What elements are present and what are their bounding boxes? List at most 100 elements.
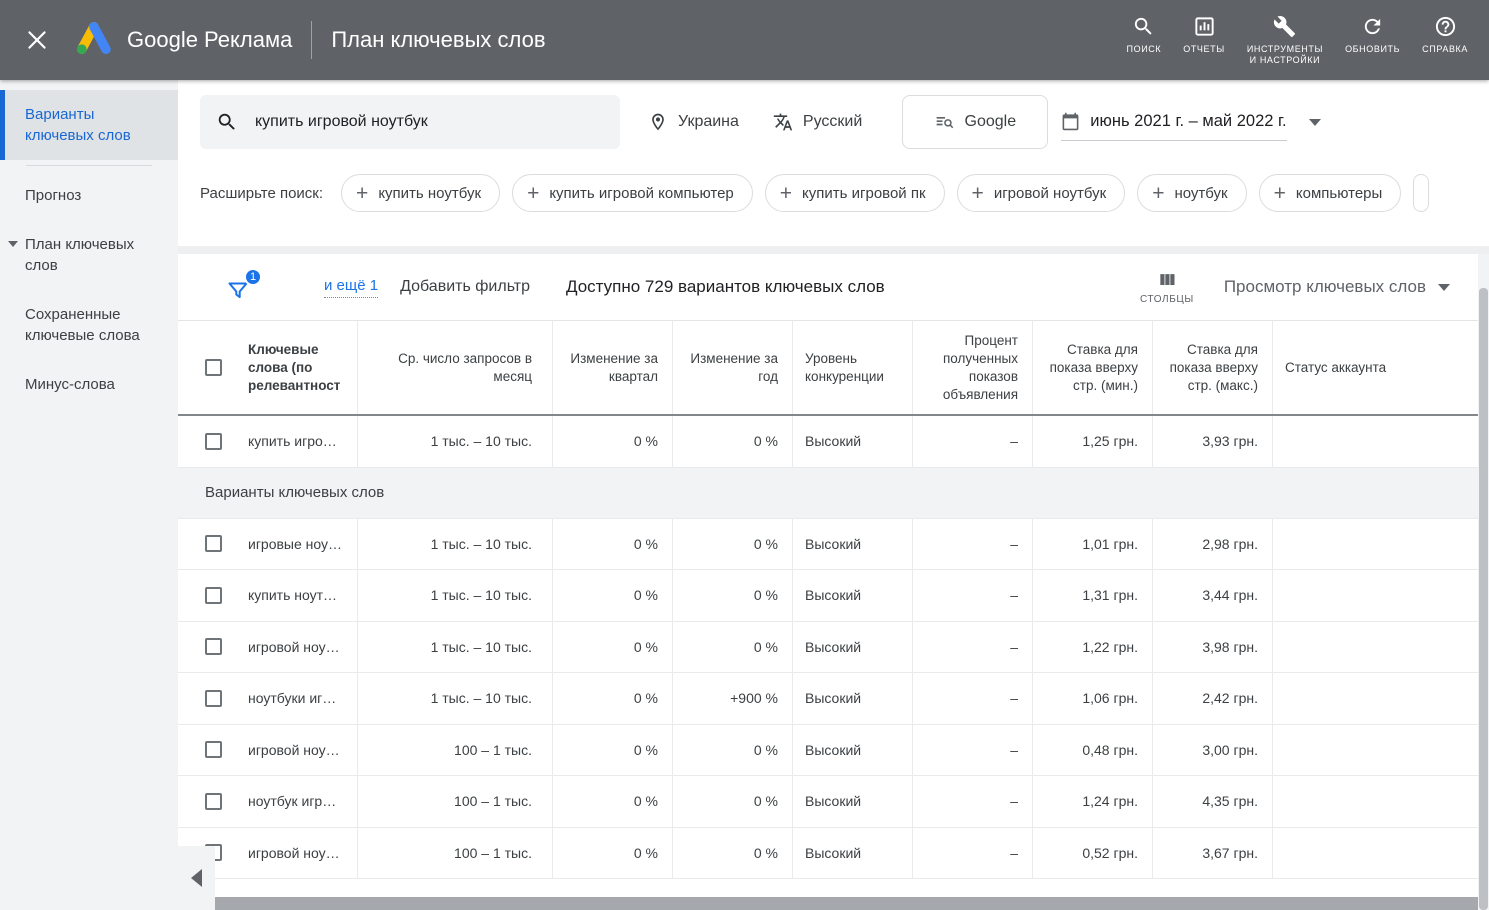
row-checkbox[interactable] [205, 690, 222, 707]
row-checkbox[interactable] [205, 638, 222, 655]
partial-chip[interactable] [1413, 174, 1429, 212]
vertical-scrollbar-thumb[interactable] [1479, 288, 1488, 910]
account-status-cell [1273, 673, 1478, 724]
sidebar: Варианты ключевых слов Прогноз План ключ… [0, 80, 178, 910]
select-all-checkbox[interactable] [205, 359, 222, 376]
suggestion-chip[interactable]: + игровой ноутбук [957, 174, 1126, 212]
keyword-ideas-section-label: Варианты ключевых слов [205, 484, 384, 501]
keyword-search-box[interactable] [200, 95, 620, 149]
filter-bar: 1 и ещё 1 Добавить фильтр Доступно 729 в… [178, 254, 1478, 320]
top-bid-max-cell: 3,00 грн. [1153, 725, 1273, 776]
keyword-search-input[interactable] [253, 112, 604, 132]
table-row[interactable]: игровые ноу… 1 тыс. – 10 тыс. 0 % 0 % Вы… [178, 519, 1478, 571]
suggestion-chip[interactable]: + купить игровой компьютер [512, 174, 753, 212]
header-quarter-change[interactable]: Изменение за квартал [553, 321, 673, 414]
sidebar-item-saved-keywords[interactable]: Сохраненные ключевые слова [0, 290, 178, 360]
filter-funnel-button[interactable]: 1 [226, 271, 254, 303]
header-year-change[interactable]: Изменение за год [673, 321, 793, 414]
plus-icon: + [1274, 183, 1286, 204]
sidebar-item-negative-keywords[interactable]: Минус-слова [0, 360, 178, 409]
reports-action-button[interactable]: ОТЧЕТЫ [1183, 15, 1225, 55]
brand-name: Google Реклама [127, 27, 292, 53]
avg-searches-cell: 1 тыс. – 10 тыс. [358, 519, 553, 570]
quarter-change-cell: 0 % [553, 828, 673, 879]
add-filter-button[interactable]: Добавить фильтр [400, 278, 530, 296]
header-keyword: Ключевые слова (по релевантност [178, 321, 358, 414]
search-action-button[interactable]: ПОИСК [1127, 15, 1162, 55]
table-row[interactable]: ноутбуки иг… 1 тыс. – 10 тыс. 0 % +900 %… [178, 673, 1478, 725]
sidebar-item-keyword-plan[interactable]: План ключевых слов [0, 220, 178, 290]
suggestion-chip-label: ноутбук [1174, 185, 1227, 202]
competition-cell: Высокий [793, 519, 913, 570]
topbar-divider [311, 21, 312, 59]
header-competition[interactable]: Уровень конкуренции [793, 321, 913, 414]
horizontal-scrollbar-thumb[interactable] [215, 897, 1489, 910]
quarter-change-cell: 0 % [553, 673, 673, 724]
keyword-ideas-section-row: Варианты ключевых слов [178, 468, 1478, 519]
suggestion-chip-label: купить игровой компьютер [549, 185, 733, 202]
suggestion-chip[interactable]: + компьютеры [1259, 174, 1402, 212]
more-filters-link[interactable]: и ещё 1 [324, 277, 378, 298]
keyword-text: игровой ноу… [248, 742, 340, 758]
table-row[interactable]: игровой ноу… 1 тыс. – 10 тыс. 0 % 0 % Вы… [178, 622, 1478, 674]
row-checkbox[interactable] [205, 433, 222, 450]
row-checkbox[interactable] [205, 535, 222, 552]
plus-icon: + [780, 183, 792, 204]
refresh-action-button[interactable]: ОБНОВИТЬ [1345, 15, 1400, 55]
close-icon[interactable] [24, 27, 50, 53]
language-button[interactable]: Русский [773, 112, 862, 132]
top-bid-max-cell: 2,42 грн. [1153, 673, 1273, 724]
keyword-text: игровые ноу… [248, 536, 342, 552]
header-top-bid-min[interactable]: Ставка для показа вверху стр. (мин.) [1033, 321, 1153, 414]
top-bid-max-cell: 3,98 грн. [1153, 622, 1273, 673]
date-range-selector[interactable]: июнь 2021 г. – май 2022 г. [1061, 103, 1320, 141]
keyword-cell: игровой ноу… [178, 622, 358, 673]
location-button[interactable]: Украина [648, 112, 739, 132]
keyword-text: игровой ноу… [248, 639, 340, 655]
top-bid-min-cell: 1,31 грн. [1033, 570, 1153, 621]
quarter-change-cell: 0 % [553, 725, 673, 776]
arrow-left-icon [191, 869, 202, 887]
sidebar-item-keyword-ideas[interactable]: Варианты ключевых слов [0, 90, 178, 160]
header-avg-searches[interactable]: Ср. число запросов в месяц [358, 321, 553, 414]
competition-cell: Высокий [793, 416, 913, 467]
chevron-down-icon[interactable] [8, 241, 18, 247]
help-action-button[interactable]: СПРАВКА [1422, 15, 1468, 55]
tools-action-label: ИНСТРУМЕНТЫ И НАСТРОЙКИ [1247, 44, 1323, 66]
header-keyword-label[interactable]: Ключевые слова (по релевантност [248, 341, 356, 395]
account-keyword-row[interactable]: купить игро… 1 тыс. – 10 тыс. 0 % 0 % Вы… [178, 416, 1478, 468]
suggestion-chip[interactable]: + купить ноутбук [341, 174, 500, 212]
network-selector[interactable]: Google [902, 95, 1048, 149]
suggestion-chip[interactable]: + купить игровой пк [765, 174, 945, 212]
keyword-view-dropdown[interactable]: Просмотр ключевых слов [1224, 277, 1450, 297]
header-top-bid-max[interactable]: Ставка для показа вверху стр. (макс.) [1153, 321, 1273, 414]
keyword-cell: ноутбук игр… [178, 776, 358, 827]
tools-action-button[interactable]: ИНСТРУМЕНТЫ И НАСТРОЙКИ [1247, 15, 1323, 66]
account-status-cell [1273, 725, 1478, 776]
row-checkbox[interactable] [205, 587, 222, 604]
header-account-status[interactable]: Статус аккаунта [1273, 321, 1478, 414]
row-checkbox[interactable] [205, 793, 222, 810]
avg-searches-cell: 1 тыс. – 10 тыс. [358, 673, 553, 724]
plus-icon: + [356, 183, 368, 204]
header-impression-share[interactable]: Процент полученных показов объявления [913, 321, 1033, 414]
sidebar-item-forecast[interactable]: Прогноз [0, 171, 178, 220]
plus-icon: + [1152, 183, 1164, 204]
suggestion-chip[interactable]: + ноутбук [1137, 174, 1246, 212]
help-action-label: СПРАВКА [1422, 44, 1468, 55]
account-status-cell [1273, 622, 1478, 673]
table-row[interactable]: ноутбук игр… 100 – 1 тыс. 0 % 0 % Высоки… [178, 776, 1478, 828]
quarter-change-cell: 0 % [553, 416, 673, 467]
top-bid-max-cell: 2,98 грн. [1153, 519, 1273, 570]
table-row[interactable]: купить ноут… 1 тыс. – 10 тыс. 0 % 0 % Вы… [178, 570, 1478, 622]
scroll-left-button[interactable] [178, 846, 215, 910]
vertical-scrollbar [1478, 254, 1489, 910]
toolbar-section: Украина Русский Google июнь 2021 г. – ма… [178, 80, 1489, 246]
quarter-change-cell: 0 % [553, 622, 673, 673]
columns-button[interactable]: СТОЛБЦЫ [1140, 270, 1194, 305]
table-row[interactable]: игровой ноу… 100 – 1 тыс. 0 % 0 % Высоки… [178, 725, 1478, 777]
keyword-text: купить игро… [248, 433, 337, 449]
table-row[interactable]: игровой ноу… 100 – 1 тыс. 0 % 0 % Высоки… [178, 828, 1478, 880]
row-checkbox[interactable] [205, 741, 222, 758]
language-value: Русский [803, 113, 862, 131]
